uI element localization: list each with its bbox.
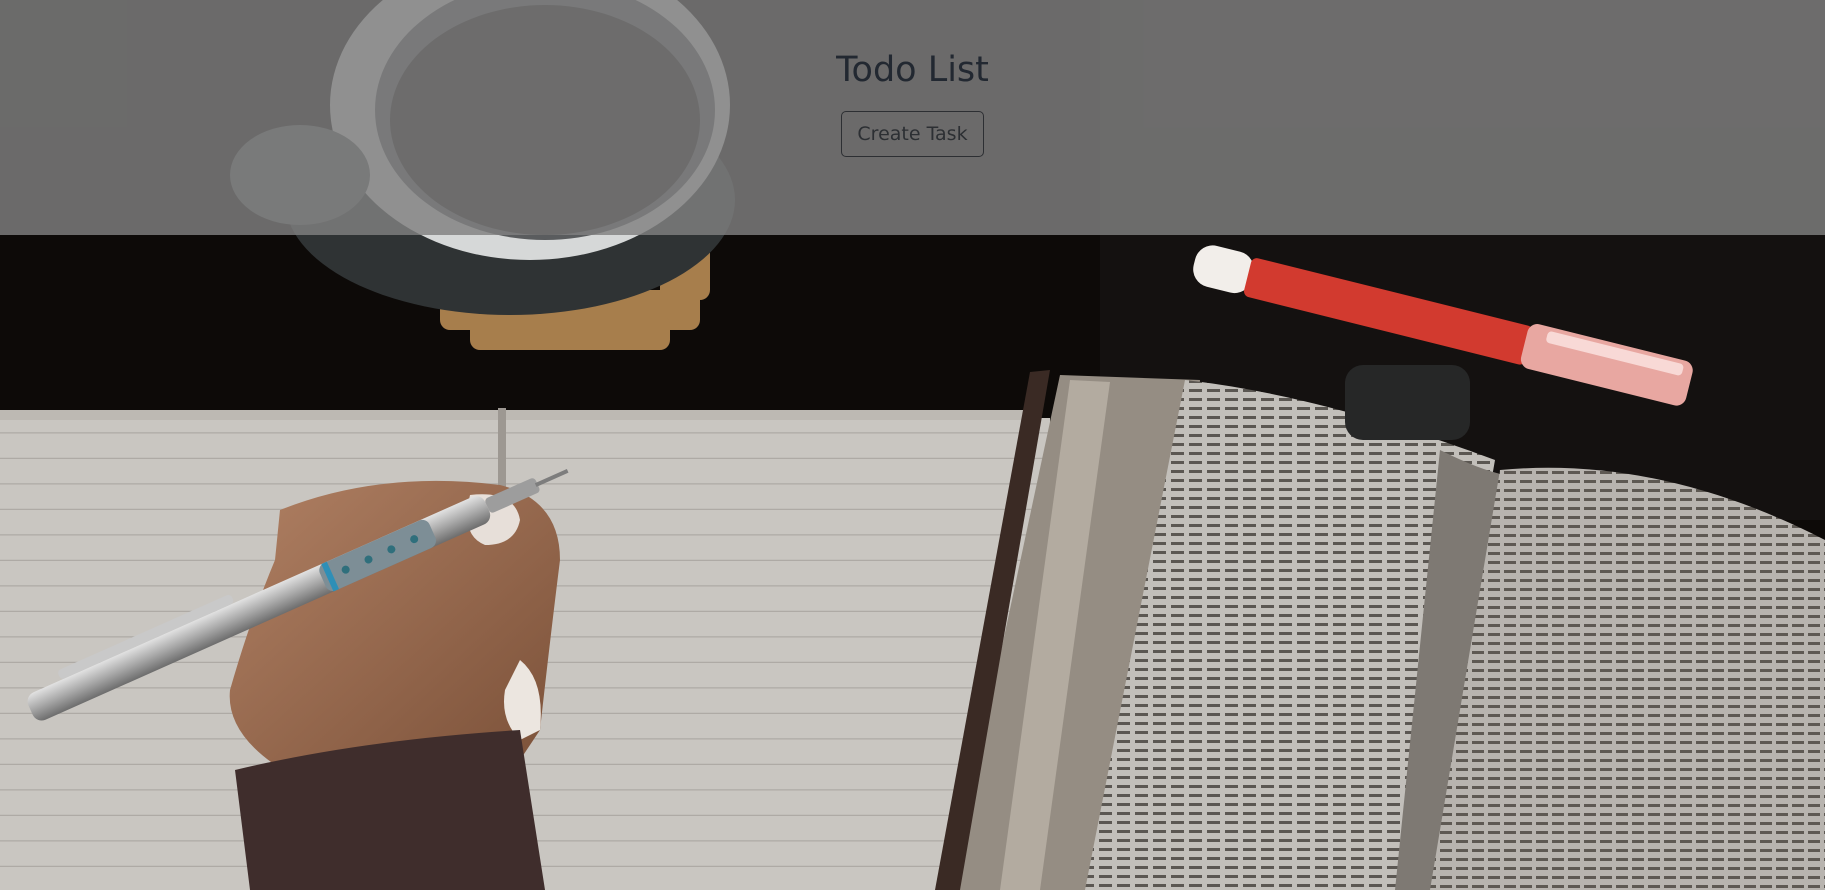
page-title: Todo List <box>836 50 989 90</box>
create-task-button[interactable]: Create Task <box>841 111 984 157</box>
page: Todo List Create Task <box>0 0 1825 890</box>
header-banner: Todo List Create Task <box>0 0 1825 235</box>
